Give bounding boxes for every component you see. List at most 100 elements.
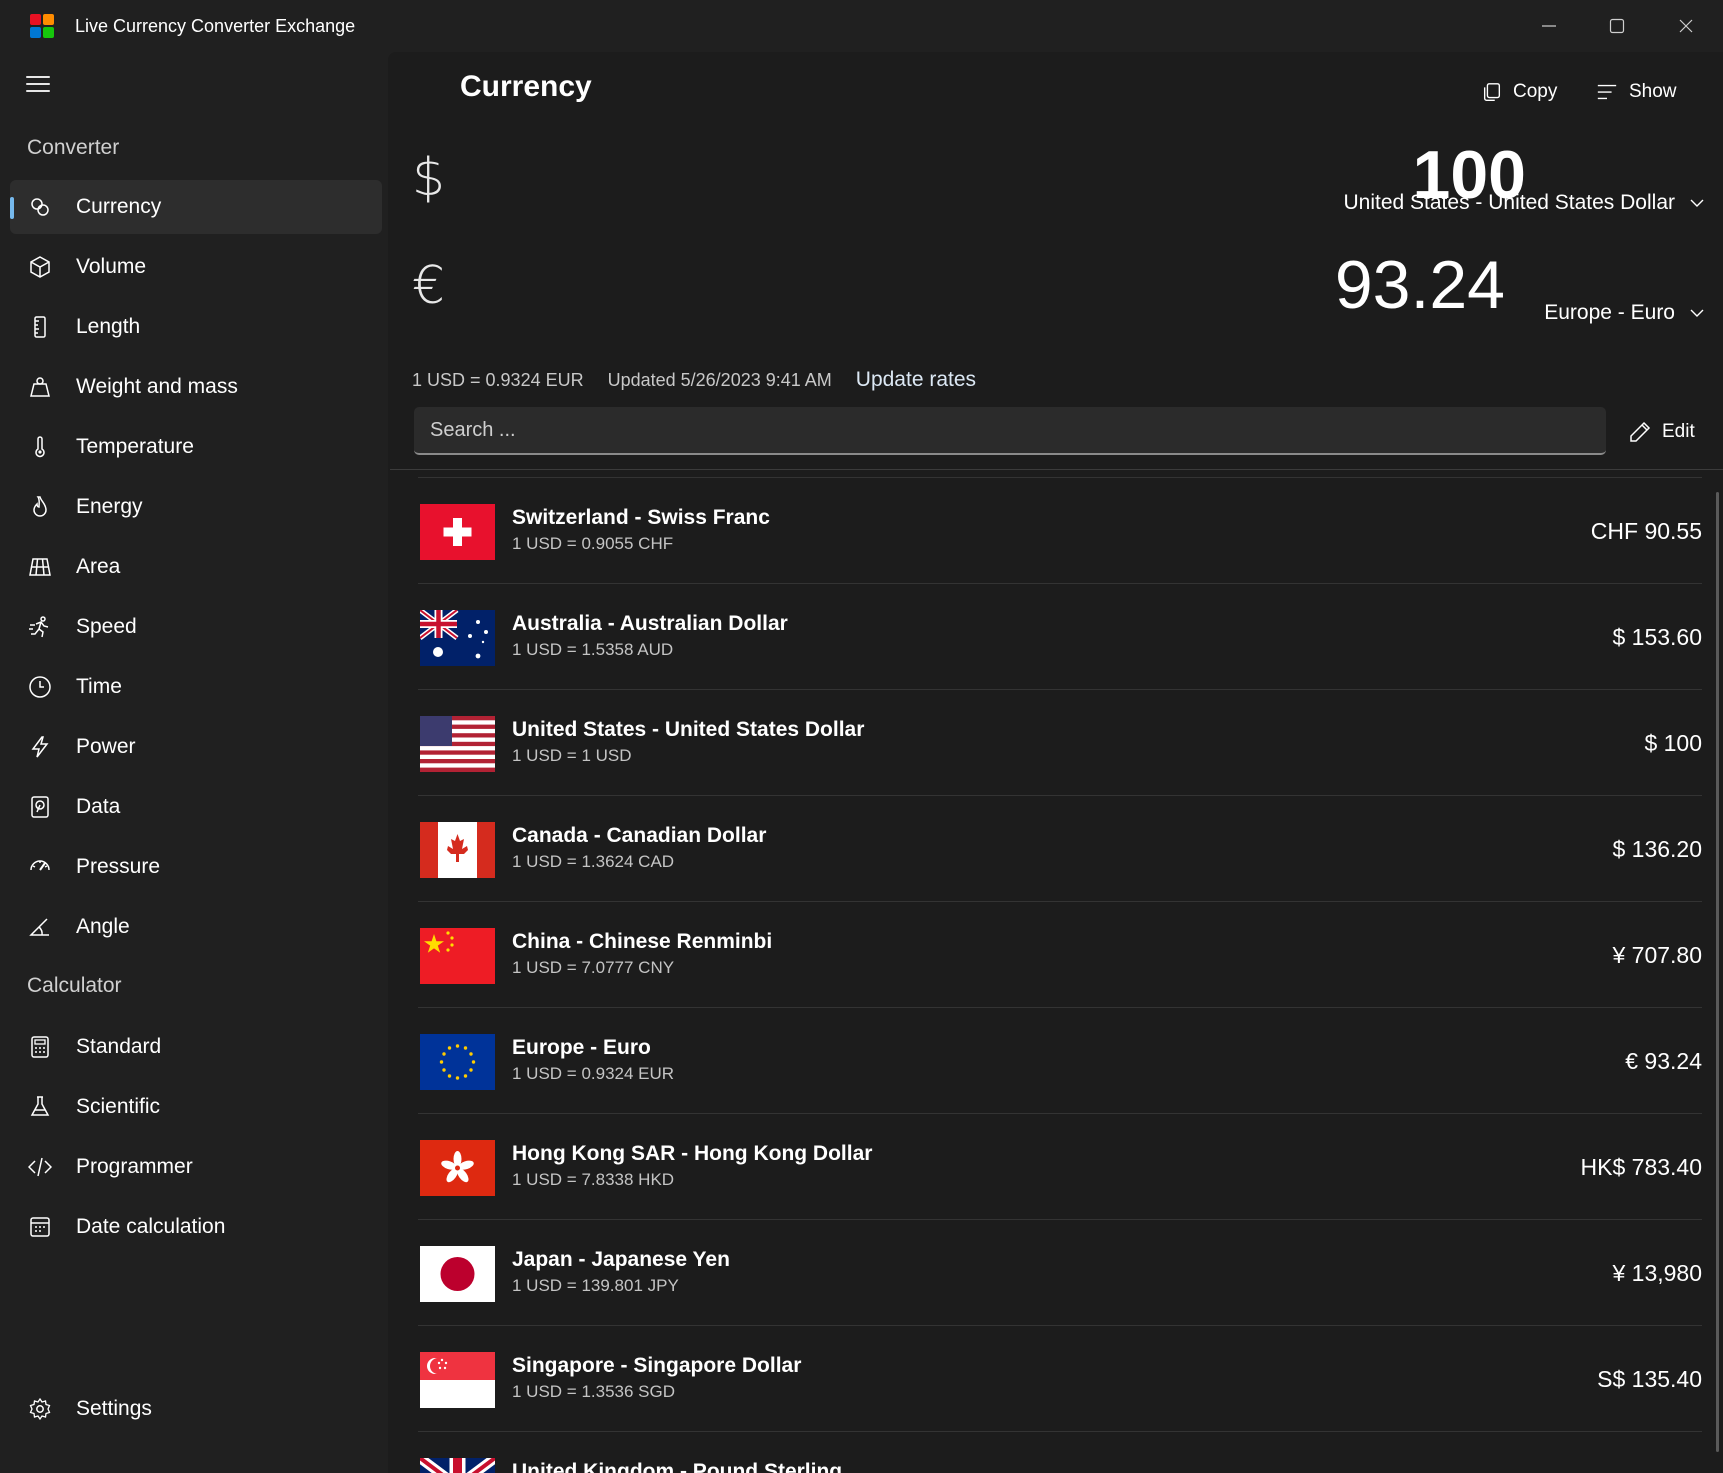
currency-name: United Kingdom - Pound Sterling bbox=[512, 1460, 843, 1473]
close-icon bbox=[1679, 19, 1693, 33]
exchange-rate-text: 1 USD = 0.9324 EUR bbox=[412, 369, 584, 390]
currency-amount: $ 100 bbox=[1644, 730, 1702, 756]
list-item[interactable]: United Kingdom - Pound Sterling bbox=[418, 1431, 1702, 1473]
currency-name: Japan - Japanese Yen bbox=[512, 1248, 730, 1271]
nav-item-currency[interactable]: Currency bbox=[10, 180, 382, 234]
maximize-button[interactable] bbox=[1592, 10, 1642, 42]
main-content: Currency Copy Show $ 100 United States -… bbox=[388, 52, 1723, 1473]
list-divider bbox=[390, 469, 1723, 470]
ruler-icon bbox=[34, 316, 46, 338]
list-icon bbox=[1597, 84, 1617, 100]
copy-icon bbox=[1483, 83, 1501, 101]
nav-item-scientific[interactable]: Scientific bbox=[10, 1080, 382, 1134]
gauge-icon bbox=[30, 860, 50, 871]
nav-label: Settings bbox=[76, 1397, 152, 1420]
currency-rate: 1 USD = 0.9055 CHF bbox=[512, 534, 674, 553]
list-item[interactable]: Canada - Canadian Dollar 1 USD = 1.3624 … bbox=[418, 795, 1702, 901]
nav-item-settings[interactable]: Settings bbox=[10, 1382, 382, 1436]
minimize-button[interactable] bbox=[1524, 10, 1574, 42]
rate-info: 1 USD = 0.9324 EUR Updated 5/26/2023 9:4… bbox=[412, 368, 976, 392]
nav-label: Area bbox=[76, 555, 121, 578]
list-item[interactable]: Hong Kong SAR - Hong Kong Dollar 1 USD =… bbox=[418, 1113, 1702, 1219]
edit-button[interactable]: Edit bbox=[1628, 415, 1695, 449]
nav-label: Power bbox=[76, 735, 136, 758]
nav-label: Volume bbox=[76, 255, 147, 278]
currency-rate: 1 USD = 1 USD bbox=[512, 746, 632, 765]
nav-item-power[interactable]: Power bbox=[10, 720, 382, 774]
list-item[interactable]: Singapore - Singapore Dollar 1 USD = 1.3… bbox=[418, 1325, 1702, 1431]
currency-name: China - Chinese Renminbi bbox=[512, 930, 773, 953]
edit-label: Edit bbox=[1662, 421, 1695, 442]
flame-icon bbox=[33, 496, 47, 517]
currency-amount: CHF 90.55 bbox=[1590, 518, 1702, 544]
code-icon bbox=[28, 1157, 52, 1177]
currency-rate: 1 USD = 0.9324 EUR bbox=[512, 1064, 675, 1083]
japan-flag-icon bbox=[420, 1246, 495, 1302]
nav-item-length[interactable]: Length bbox=[10, 300, 382, 354]
nav-item-data[interactable]: Data bbox=[10, 780, 382, 834]
lightning-icon bbox=[31, 736, 49, 758]
flask-icon bbox=[30, 1096, 50, 1116]
to-amount-output[interactable]: 93.24 bbox=[1335, 246, 1505, 324]
currency-name: Hong Kong SAR - Hong Kong Dollar bbox=[512, 1142, 873, 1165]
nav-label: Programmer bbox=[76, 1155, 193, 1178]
copy-button[interactable]: Copy bbox=[1481, 74, 1557, 110]
currency-amount: HK$ 783.40 bbox=[1580, 1154, 1702, 1180]
chevron-down-icon bbox=[1690, 199, 1704, 207]
currency-name: Europe - Euro bbox=[512, 1036, 651, 1059]
gear-icon bbox=[29, 1397, 51, 1421]
united-states-flag-icon bbox=[420, 716, 495, 772]
currency-rate: 1 USD = 7.0777 CNY bbox=[512, 958, 675, 977]
list-item[interactable]: Europe - Euro 1 USD = 0.9324 EUR € 93.24 bbox=[418, 1007, 1702, 1113]
nav-item-time[interactable]: Time bbox=[10, 660, 382, 714]
app-logo-icon bbox=[30, 14, 54, 38]
nav-item-date-calculation[interactable]: Date calculation bbox=[10, 1200, 382, 1254]
title-bar: Live Currency Converter Exchange bbox=[0, 0, 1723, 52]
show-button[interactable]: Show bbox=[1595, 74, 1677, 110]
to-currency-select[interactable]: Europe - Euro bbox=[1544, 301, 1705, 325]
united-kingdom-flag-icon bbox=[420, 1458, 495, 1473]
nav-label: Angle bbox=[76, 915, 130, 938]
nav-item-weight[interactable]: Weight and mass bbox=[10, 360, 382, 414]
nav-item-area[interactable]: Area bbox=[10, 540, 382, 594]
list-item[interactable]: United States - United States Dollar 1 U… bbox=[418, 689, 1702, 795]
currency-rate: 1 USD = 7.8338 HKD bbox=[512, 1170, 675, 1189]
hamburger-menu-icon[interactable] bbox=[26, 76, 50, 94]
nav-item-volume[interactable]: Volume bbox=[10, 240, 382, 294]
currency-amount: ¥ 13,980 bbox=[1612, 1260, 1702, 1286]
close-button[interactable] bbox=[1661, 10, 1711, 42]
list-item[interactable]: Japan - Japanese Yen 1 USD = 139.801 JPY… bbox=[418, 1219, 1702, 1325]
angle-icon bbox=[29, 918, 49, 936]
canada-flag-icon bbox=[420, 822, 495, 878]
currency-name: Canada - Canadian Dollar bbox=[512, 824, 767, 847]
nav-item-temperature[interactable]: Temperature bbox=[10, 420, 382, 474]
calendar-icon bbox=[30, 1217, 50, 1237]
search-input[interactable] bbox=[414, 407, 1606, 455]
nav-item-standard[interactable]: Standard bbox=[10, 1020, 382, 1074]
nav-item-pressure[interactable]: Pressure bbox=[10, 840, 382, 894]
nav-item-speed[interactable]: Speed bbox=[10, 600, 382, 654]
currency-rate: 1 USD = 1.3536 SGD bbox=[512, 1382, 676, 1401]
nav-label: Currency bbox=[76, 195, 162, 218]
nav-item-energy[interactable]: Energy bbox=[10, 480, 382, 534]
maximize-icon bbox=[1609, 18, 1625, 34]
copy-label: Copy bbox=[1513, 81, 1558, 102]
weight-icon bbox=[30, 377, 50, 397]
nav-label: Temperature bbox=[76, 435, 194, 458]
list-item[interactable]: Switzerland - Swiss Franc 1 USD = 0.9055… bbox=[418, 477, 1702, 583]
currency-amount: S$ 135.40 bbox=[1597, 1366, 1702, 1392]
nav-label: Energy bbox=[76, 495, 143, 518]
from-currency-select[interactable]: United States - United States Dollar bbox=[1344, 191, 1706, 215]
currency-amount: $ 153.60 bbox=[1612, 624, 1702, 650]
currency-list: Switzerland - Swiss Franc 1 USD = 0.9055… bbox=[418, 477, 1702, 1473]
australia-flag-icon bbox=[420, 610, 495, 666]
nav-item-angle[interactable]: Angle bbox=[10, 900, 382, 954]
list-scrollbar[interactable] bbox=[1716, 492, 1719, 1452]
list-item[interactable]: China - Chinese Renminbi 1 USD = 7.0777 … bbox=[418, 901, 1702, 1007]
update-rates-link[interactable]: Update rates bbox=[856, 368, 976, 392]
list-item[interactable]: Australia - Australian Dollar 1 USD = 1.… bbox=[418, 583, 1702, 689]
minimize-icon bbox=[1542, 25, 1556, 27]
nav-item-programmer[interactable]: Programmer bbox=[10, 1140, 382, 1194]
data-drive-icon bbox=[31, 796, 49, 818]
grid-area-icon bbox=[29, 558, 51, 576]
